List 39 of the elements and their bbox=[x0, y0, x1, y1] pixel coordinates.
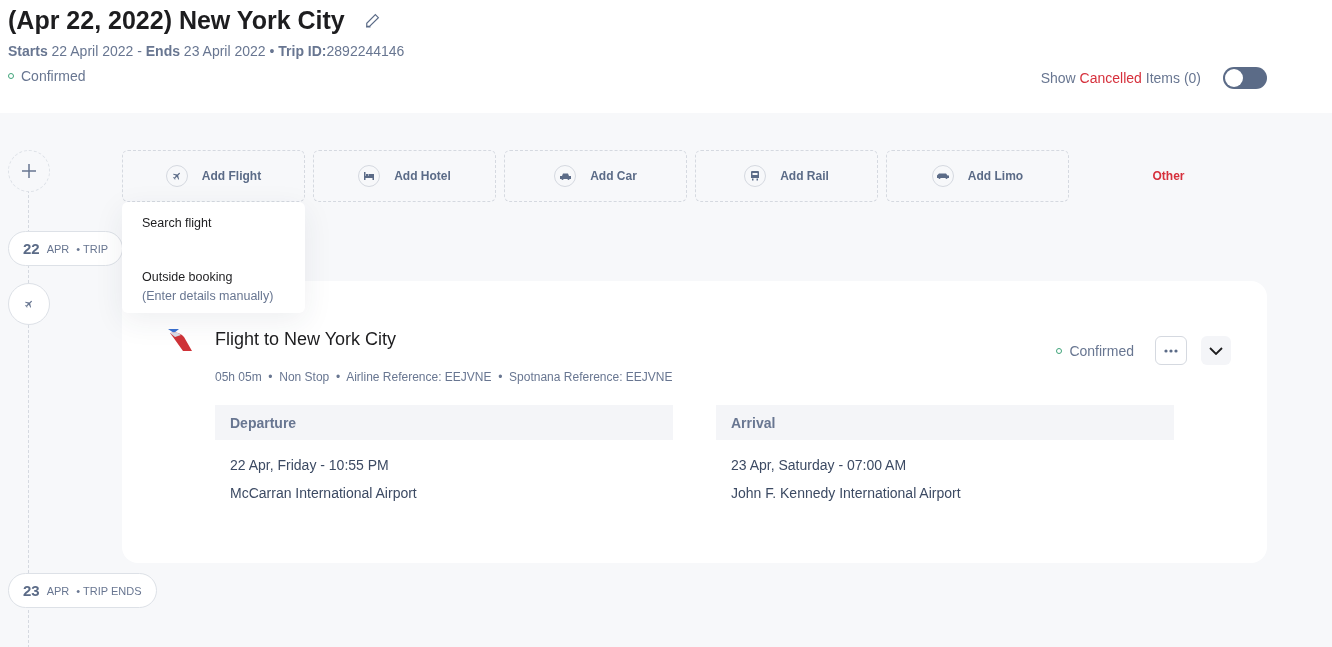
car-icon bbox=[559, 172, 571, 180]
day-number: 22 bbox=[23, 240, 40, 257]
expand-button[interactable] bbox=[1201, 336, 1231, 365]
more-icon bbox=[1164, 348, 1178, 353]
train-icon bbox=[751, 171, 760, 181]
bed-icon bbox=[364, 172, 375, 180]
trip-start-label: • TRIP bbox=[76, 242, 109, 255]
limousine-icon bbox=[936, 173, 949, 179]
day-number: 23 bbox=[23, 582, 40, 599]
leg-heading: Arrival bbox=[716, 405, 1174, 440]
add-item-tile[interactable]: Add Hotel bbox=[313, 150, 496, 202]
airplane-icon bbox=[24, 299, 34, 309]
airport-name: McCarran International Airport bbox=[229, 485, 418, 501]
flight-title: Flight to New York City bbox=[215, 329, 398, 350]
airplane-icon bbox=[171, 171, 182, 181]
trip-details: Starts 22 April 2022 - Ends 23 April 2022 • Trip ID:2892244146 bbox=[8, 43, 405, 59]
month-label: APR bbox=[46, 584, 70, 597]
trip-status: Confirmed bbox=[21, 68, 86, 84]
cancelled-items-switch[interactable] bbox=[1223, 67, 1267, 89]
add-item-tile[interactable]: Add Limo bbox=[886, 150, 1069, 202]
menu-item[interactable]: Outside booking (Enter details manually) bbox=[142, 270, 305, 303]
other-button[interactable]: Other bbox=[1077, 150, 1260, 202]
menu-item-hint: (Enter details manually) bbox=[142, 289, 275, 303]
flight-status: Confirmed bbox=[1069, 342, 1134, 359]
trip-end-label: • TRIP ENDS bbox=[76, 584, 142, 597]
menu-item-label: Outside booking bbox=[142, 270, 234, 284]
trip-title: (Apr 22, 2022) New York City bbox=[8, 6, 345, 35]
add-item-tile[interactable]: Add Car bbox=[504, 150, 687, 202]
leg-heading: Departure bbox=[215, 405, 673, 440]
plus-icon bbox=[21, 163, 37, 179]
chevron-icon bbox=[1209, 346, 1223, 355]
leg-datetime: 23 Apr, Saturday - 07:00 AM bbox=[730, 457, 908, 473]
toggle-label: Show Cancelled Items (0) bbox=[1040, 70, 1201, 86]
flight-meta: 05h 05m • Non Stop • Airline Reference: EEJVNE • Spotnana Reference: EEJVNE bbox=[215, 370, 673, 384]
airport-name: John F. Kennedy International Airport bbox=[730, 485, 962, 501]
month-label: APR bbox=[46, 242, 70, 255]
menu-item[interactable]: Search flight bbox=[142, 216, 305, 230]
add-item-tile[interactable]: Add Rail bbox=[695, 150, 878, 202]
leg-datetime: 22 Apr, Friday - 10:55 PM bbox=[229, 457, 390, 473]
